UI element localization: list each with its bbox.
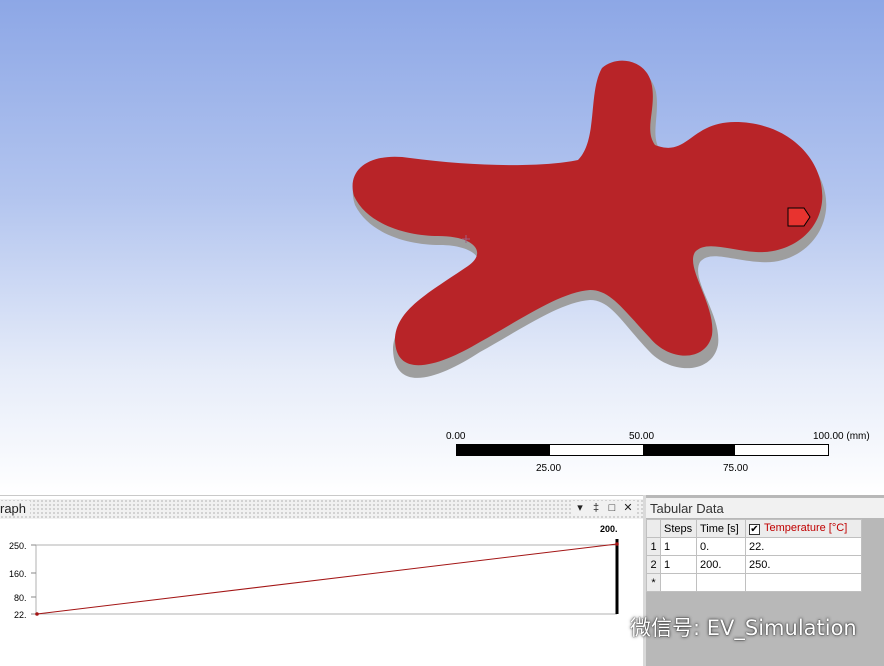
scale-label-25: 25.00: [536, 463, 562, 474]
tabular-data-table: Steps Time [s] ✔ Temperature [°C] 1 1 0. …: [646, 519, 862, 592]
watermark: 微信号: EV_Simulation: [592, 612, 857, 642]
cell-time[interactable]: 0.: [696, 537, 746, 556]
scale-bar: [456, 444, 829, 456]
column-steps[interactable]: Steps: [660, 519, 697, 538]
pin-icon[interactable]: ‡: [589, 501, 603, 515]
cell-steps[interactable]: 1: [660, 555, 697, 574]
wechat-icon: [593, 615, 623, 638]
tick-label-160: 160.: [9, 569, 27, 579]
model-top-face: [352, 60, 823, 366]
table-row-new[interactable]: *: [646, 573, 862, 592]
temperature-checkbox[interactable]: ✔: [749, 524, 760, 535]
cell-steps[interactable]: 1: [660, 537, 697, 556]
tick-label-250: 250.: [9, 541, 27, 551]
scale-segment-2: [549, 445, 643, 455]
cell-temperature[interactable]: 22.: [745, 537, 862, 556]
table-header-row: Steps Time [s] ✔ Temperature [°C]: [646, 519, 862, 538]
cell-time[interactable]: 200.: [696, 555, 746, 574]
scale-segment-3: [642, 445, 736, 455]
close-icon[interactable]: ✕: [621, 501, 635, 515]
scale-segment-1: [457, 445, 550, 455]
graph-title: raph: [0, 501, 31, 516]
cell-steps[interactable]: [660, 573, 697, 592]
tabular-title: Tabular Data: [650, 501, 724, 516]
cell-temperature[interactable]: 250.: [745, 555, 862, 574]
graph-header: raph ▾ ‡ □ ✕: [0, 499, 643, 519]
scale-label-0: 0.00: [446, 431, 466, 442]
3d-viewport[interactable]: 0.00 50.00 100.00 (mm) 25.00 75.00: [0, 0, 884, 495]
graph-panel: raph ▾ ‡ □ ✕ 250. 160. 80. 22. 200. 1: [0, 495, 643, 666]
tabular-header: Tabular Data: [646, 498, 884, 518]
table-row[interactable]: 2 1 200. 250.: [646, 555, 862, 574]
table-row[interactable]: 1 1 0. 22.: [646, 537, 862, 556]
row-number[interactable]: *: [646, 573, 661, 592]
column-time[interactable]: Time [s]: [696, 519, 746, 538]
tick-label-80: 80.: [14, 593, 27, 603]
cell-time[interactable]: [696, 573, 746, 592]
graph-plot-area[interactable]: 250. 160. 80. 22. 200. 1: [0, 519, 643, 666]
temperature-header-label: Temperature [°C]: [764, 522, 848, 534]
scale-segment-4: [735, 445, 828, 455]
cell-temperature[interactable]: [745, 573, 862, 592]
graph-plot: 250. 160. 80. 22. 200.: [9, 524, 619, 620]
row-number[interactable]: 1: [646, 537, 661, 556]
curve-start-point: [35, 612, 39, 616]
temperature-curve: [36, 543, 618, 615]
dropdown-icon[interactable]: ▾: [573, 501, 587, 515]
scale-label-50: 50.00: [629, 431, 655, 442]
watermark-text: 微信号: EV_Simulation: [630, 616, 857, 640]
curve-end-point: [615, 542, 619, 546]
row-number[interactable]: 2: [646, 555, 661, 574]
column-temperature[interactable]: ✔ Temperature [°C]: [745, 519, 862, 538]
scale-label-100: 100.00 (mm): [813, 431, 870, 442]
tick-label-22: 22.: [14, 610, 27, 620]
model-geometry[interactable]: [0, 0, 884, 495]
maximize-icon[interactable]: □: [605, 501, 619, 515]
time-cursor-label: 200.: [600, 524, 618, 534]
scale-label-75: 75.00: [723, 463, 749, 474]
corner-cell[interactable]: [646, 519, 661, 538]
